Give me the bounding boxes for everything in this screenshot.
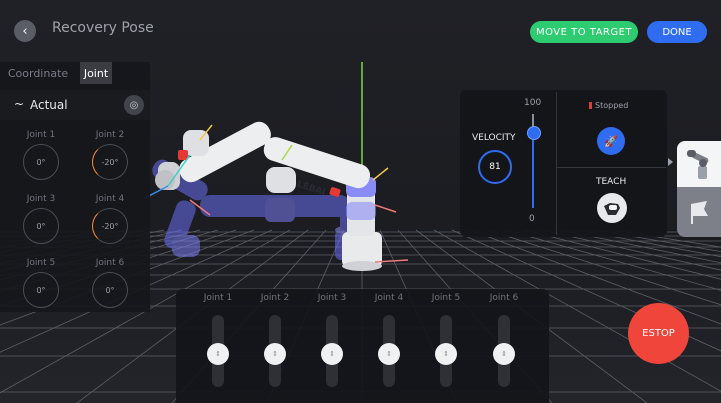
joint-2-jog: Joint 2 ⇕ (255, 293, 295, 398)
joint-4-jog: Joint 4 ⇕ (369, 293, 409, 398)
page-title: Recovery Pose (52, 20, 154, 36)
joint-2-jog-label: Joint 2 (260, 293, 290, 303)
status-indicator: Stopped (589, 101, 628, 110)
joint-3-jog: Joint 3 ⇕ (312, 293, 352, 398)
joint-3-dial: 0° (23, 208, 59, 244)
joint-4-label: Joint 4 (95, 194, 125, 204)
joint-6-jog-knob[interactable]: ⇕ (493, 343, 515, 365)
joint-6-jog-label: Joint 6 (489, 293, 519, 303)
joint-1-jog-knob[interactable]: ⇕ (207, 343, 229, 365)
joint-3-readout: Joint 3 0° (16, 194, 66, 254)
joint-4-dial: -20° (92, 208, 128, 244)
mode-label: Actual (30, 98, 68, 112)
joint-4-readout: Joint 4 -20° (85, 194, 135, 254)
teach-label: TEACH (596, 177, 627, 187)
joint-5-label: Joint 5 (26, 258, 56, 268)
joint-1-label: Joint 1 (26, 130, 56, 140)
move-to-target-button[interactable]: MOVE TO TARGET (530, 21, 638, 43)
done-button[interactable]: DONE (647, 21, 707, 43)
hand-icon (598, 194, 626, 222)
flag-view-tab[interactable] (677, 190, 721, 234)
velocity-slider-fill (532, 131, 534, 208)
joint-6-jog: Joint 6 ⇕ (484, 293, 524, 398)
run-button[interactable]: 🚀 (597, 127, 625, 155)
joint-6-label: Joint 6 (95, 258, 125, 268)
velocity-label: VELOCITY (472, 133, 516, 143)
panel-divider-horizontal (556, 167, 666, 168)
estop-button[interactable]: ESTOP (628, 303, 689, 364)
rocket-icon: 🚀 (604, 134, 618, 148)
joint-1-dial: 0° (23, 144, 59, 180)
joint-5-dial: 0° (23, 272, 59, 308)
joint-4-jog-label: Joint 4 (374, 293, 404, 303)
joint-6-dial: 0° (92, 272, 128, 308)
chevron-left-icon: ‹ (22, 23, 28, 39)
velocity-slider-thumb[interactable] (527, 125, 541, 140)
joint-2-dial: -20° (92, 144, 128, 180)
back-button[interactable]: ‹ (14, 20, 36, 42)
status-text: Stopped (595, 101, 629, 110)
joint-2-label: Joint 2 (95, 130, 125, 140)
joint-6-readout: Joint 6 0° (85, 258, 135, 318)
flag-icon (691, 201, 708, 224)
locate-button[interactable]: ◎ (124, 95, 144, 115)
joint-1-jog: Joint 1 ⇕ (198, 293, 238, 398)
velocity-dial: 81 (478, 150, 512, 184)
joint-5-jog-label: Joint 5 (431, 293, 461, 303)
velocity-slider-min: 0 (529, 214, 535, 224)
robot-arm-icon (687, 150, 709, 179)
velocity-slider-max: 100 (524, 98, 542, 108)
side-panel-caret-icon (668, 158, 673, 166)
joint-readout-panel: Coordinate Joint ~ Actual ◎ Joint 1 0° J… (0, 62, 150, 312)
joint-5-jog-knob[interactable]: ⇕ (435, 343, 457, 365)
joint-3-jog-knob[interactable]: ⇕ (321, 343, 343, 365)
joint-5-readout: Joint 5 0° (16, 258, 66, 318)
joint-3-jog-label: Joint 3 (317, 293, 347, 303)
joint-2-readout: Joint 2 -20° (85, 130, 135, 190)
top-bar: ‹ Recovery Pose MOVE TO TARGET DONE (0, 0, 721, 60)
joint-1-readout: Joint 1 0° (16, 130, 66, 190)
joint-4-jog-knob[interactable]: ⇕ (378, 343, 400, 365)
joint-5-jog: Joint 5 ⇕ (426, 293, 466, 398)
mode-selector[interactable]: ~ Actual ◎ (0, 90, 150, 120)
teach-button[interactable] (597, 193, 627, 223)
tab-joint[interactable]: Joint (80, 62, 112, 84)
joint-2-jog-knob[interactable]: ⇕ (264, 343, 286, 365)
target-icon: ◎ (129, 99, 139, 111)
robot-view-tab[interactable] (677, 141, 721, 187)
status-dot (589, 102, 592, 109)
joint-1-jog-label: Joint 1 (203, 293, 233, 303)
tab-coordinate[interactable]: Coordinate (4, 62, 72, 84)
panel-divider (556, 92, 557, 235)
joint-3-label: Joint 3 (26, 194, 56, 204)
waveform-icon: ~ (14, 97, 25, 111)
